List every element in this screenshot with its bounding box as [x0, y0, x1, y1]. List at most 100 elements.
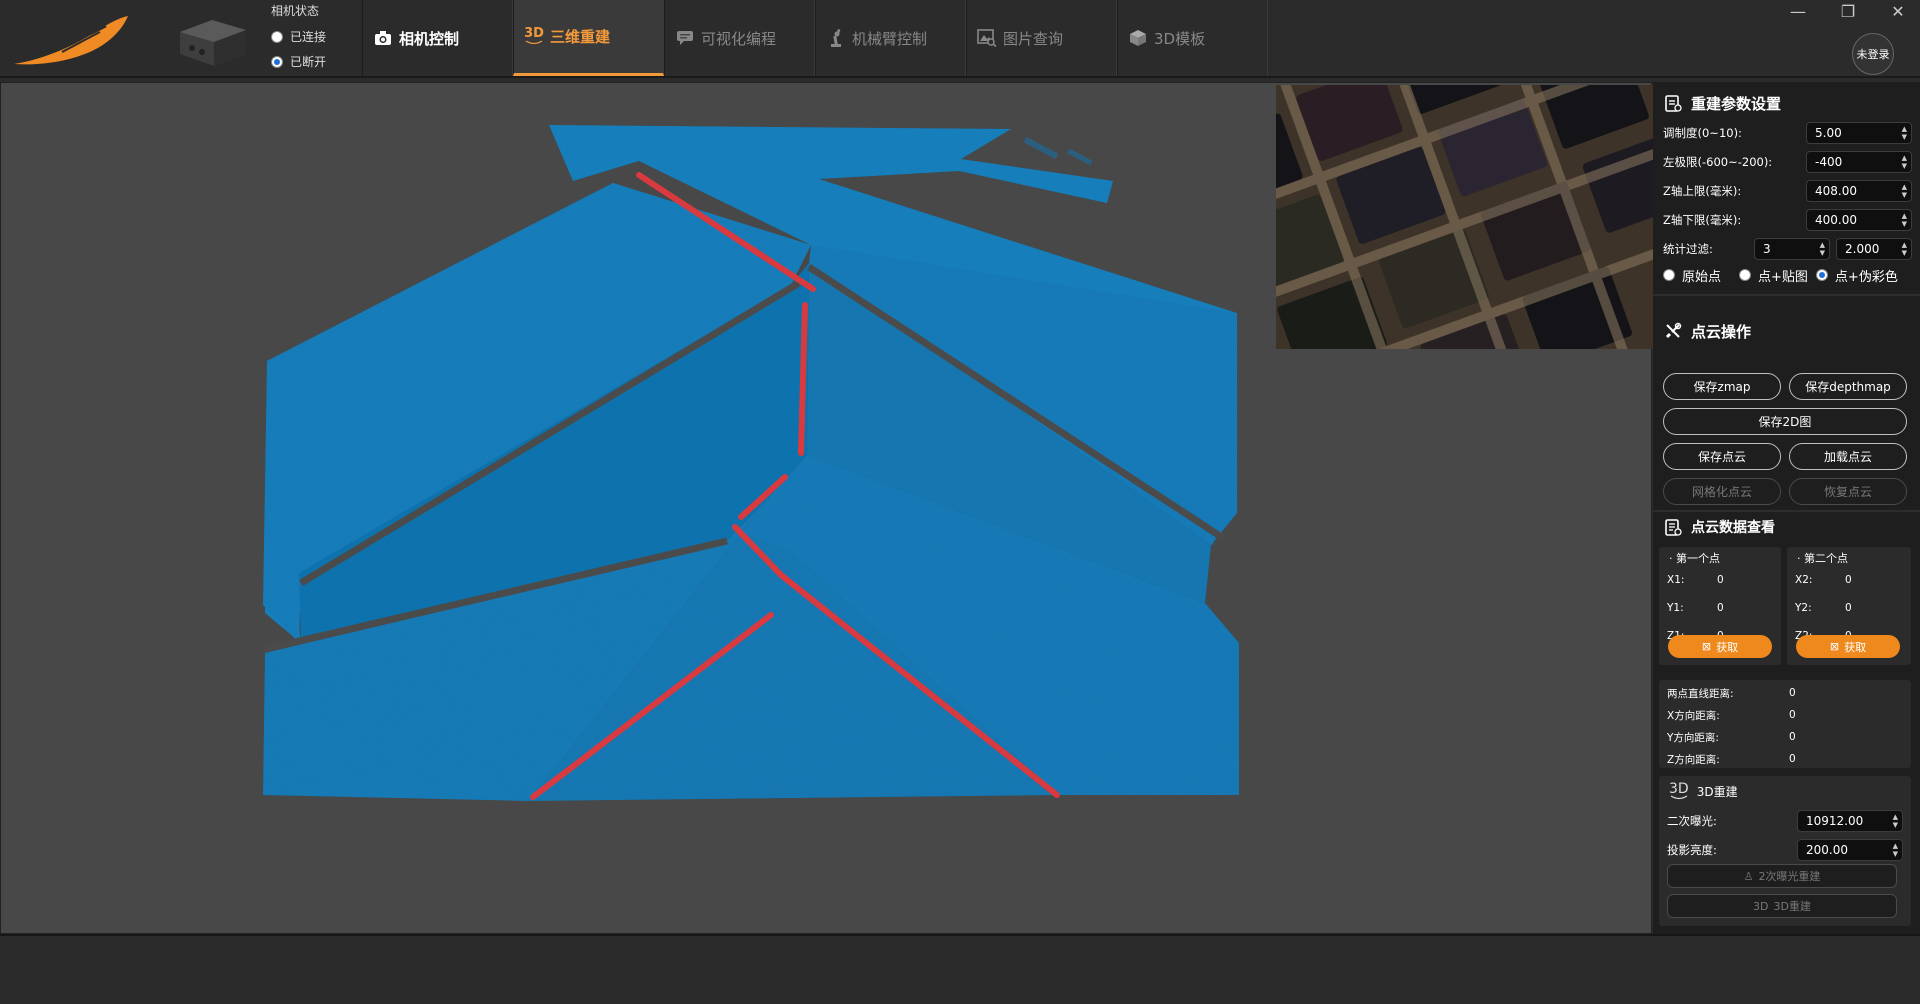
tab-image-search[interactable]: 图片查询	[966, 0, 1117, 76]
save-zmap-button[interactable]: 保存zmap	[1663, 373, 1781, 400]
stat-filter-ratio-spinbox[interactable]: 2.000 ▲ ▼	[1836, 237, 1912, 260]
param-z-upper-row: Z轴上限(毫米): 408.00 ▲ ▼	[1653, 176, 1920, 205]
spin-arrows-icon[interactable]: ▲ ▼	[1902, 154, 1907, 170]
spin-arrows-icon[interactable]: ▲ ▼	[1893, 813, 1898, 829]
clipboard-icon	[1663, 93, 1683, 113]
right-panel: 重建参数设置 调制度(0~10): 5.00 ▲ ▼ 左极限(-600~-200):…	[1653, 82, 1920, 934]
camera-icon	[373, 28, 393, 48]
status-connected-radio[interactable]: 已连接	[271, 28, 361, 45]
radio-button[interactable]	[1815, 269, 1828, 281]
divider	[1653, 294, 1920, 296]
second-point-box: · 第二个点 X2:0 Y2:0 Z2:0 ⊠获取	[1787, 547, 1911, 665]
z-lower-spinbox[interactable]: 400.00 ▲ ▼	[1806, 208, 1912, 231]
cloud-surface-marks	[1023, 136, 1093, 166]
x1-row: X1: 0	[1667, 574, 1724, 586]
3d-icon: 3D	[524, 27, 544, 47]
cloud-ops-section: 点云操作	[1653, 316, 1920, 346]
section-title-text: 重建参数设置	[1691, 94, 1782, 113]
status-bar	[0, 934, 1920, 1004]
image-search-icon	[977, 28, 997, 48]
tab-label: 可视化编程	[701, 29, 777, 48]
radio-button[interactable]	[1739, 269, 1752, 281]
display-mode-raw[interactable]: 原始点	[1682, 266, 1721, 285]
param-label: 左极限(-600~-200):	[1663, 154, 1773, 169]
recon3d-box: 3D 3D重建 二次曝光: 10912.00 ▲ ▼ 投影亮度: 200.00 ▲ ▼ …	[1659, 776, 1911, 926]
distance-row: Y方向距离: 0	[1667, 731, 1796, 744]
spin-arrows-icon[interactable]: ▲ ▼	[1902, 125, 1907, 141]
window-controls: — ❐ ✕	[1788, 2, 1908, 22]
3d-icon: 3D	[1669, 780, 1689, 799]
brightness-row: 投影亮度: 200.00 ▲ ▼	[1659, 835, 1911, 864]
data-sheet-icon	[1663, 517, 1683, 537]
load-cloud-button[interactable]: 加载点云	[1789, 443, 1907, 470]
section-title: 点云操作	[1653, 316, 1920, 346]
display-mode-texture[interactable]: 点+贴图	[1758, 266, 1808, 285]
point-cloud-viewport[interactable]	[0, 82, 1653, 934]
tools-icon	[1663, 321, 1683, 341]
radio-button[interactable]	[271, 55, 283, 68]
radio-label: 已断开	[290, 55, 327, 69]
param-stat-filter-row: 统计过滤: 3 ▲ ▼ 2.000 ▲ ▼	[1653, 234, 1920, 263]
z-upper-spinbox[interactable]: 408.00 ▲ ▼	[1806, 179, 1912, 202]
modulation-spinbox[interactable]: 5.00 ▲ ▼	[1806, 121, 1912, 144]
second-exposure-recon-button[interactable]: ♙ 2次曝光重建	[1667, 864, 1897, 888]
cloud-surfaces	[263, 125, 1239, 801]
feather-logo-icon	[14, 16, 128, 65]
spin-arrows-icon[interactable]: ▲ ▼	[1902, 241, 1907, 257]
minimize-button[interactable]: —	[1788, 2, 1808, 22]
param-label: Z轴下限(毫米):	[1663, 212, 1742, 227]
radio-button[interactable]	[271, 30, 283, 43]
save-cloud-button[interactable]: 保存点云	[1663, 443, 1781, 470]
spin-arrows-icon[interactable]: ▲ ▼	[1893, 842, 1898, 858]
param-left-limit-row: 左极限(-600~-200): -400 ▲ ▼	[1653, 147, 1920, 176]
tab-visual-programming[interactable]: 可视化编程	[664, 0, 815, 76]
status-disconnected-radio[interactable]: 已断开	[271, 53, 361, 70]
param-label: 投影亮度:	[1667, 842, 1717, 857]
save-2d-image-button[interactable]: 保存2D图	[1663, 408, 1907, 435]
tab-3d-template[interactable]: 3D模板	[1117, 0, 1268, 76]
exposure-row: 二次曝光: 10912.00 ▲ ▼	[1659, 806, 1911, 835]
param-modulation-row: 调制度(0~10): 5.00 ▲ ▼	[1653, 118, 1920, 147]
brightness-spinbox[interactable]: 200.00 ▲ ▼	[1797, 838, 1903, 861]
distance-row: 两点直线距离: 0	[1667, 687, 1796, 700]
login-button[interactable]: 未登录	[1852, 33, 1894, 75]
tab-label: 图片查询	[1003, 29, 1064, 48]
recon-params-section: 重建参数设置 调制度(0~10): 5.00 ▲ ▼ 左极限(-600~-200):…	[1653, 88, 1920, 287]
spin-arrows-icon[interactable]: ▲ ▼	[1820, 241, 1825, 257]
section-title: 重建参数设置	[1653, 88, 1920, 118]
top-bar: 相机状态 已连接 已断开 相机控制 3D 三维重建 可视化编程 机械臂控制 图片…	[0, 0, 1920, 78]
x2-row: X2: 0	[1795, 574, 1852, 586]
display-mode-row: 原始点 点+贴图 点+伪彩色	[1653, 263, 1920, 287]
param-label: Z轴上限(毫米):	[1663, 183, 1742, 198]
restore-cloud-button[interactable]: 恢复点云	[1789, 478, 1907, 505]
y1-row: Y1: 0	[1667, 602, 1724, 614]
param-z-lower-row: Z轴下限(毫米): 400.00 ▲ ▼	[1653, 205, 1920, 234]
point-title: · 第二个点	[1797, 552, 1848, 565]
section-title: 点云数据查看	[1653, 512, 1920, 542]
get-second-point-button[interactable]: ⊠ 获取	[1796, 635, 1900, 658]
tab-robot-arm-control[interactable]: 机械臂控制	[815, 0, 966, 76]
left-limit-spinbox[interactable]: -400 ▲ ▼	[1806, 150, 1912, 173]
3d-recon-button[interactable]: 3D 3D重建	[1667, 894, 1897, 918]
section-title-text: 点云数据查看	[1691, 520, 1775, 536]
exposure-spinbox[interactable]: 10912.00 ▲ ▼	[1797, 809, 1903, 832]
recon3d-title: 3D 3D重建	[1669, 780, 1738, 799]
param-label: 调制度(0~10):	[1663, 125, 1742, 140]
person-icon: ♙	[1743, 869, 1754, 883]
tab-label: 机械臂控制	[852, 29, 928, 48]
get-first-point-button[interactable]: ⊠ 获取	[1668, 635, 1772, 658]
display-mode-pseudocolor[interactable]: 点+伪彩色	[1835, 266, 1898, 285]
spin-arrows-icon[interactable]: ▲ ▼	[1902, 212, 1907, 228]
mesh-cloud-button[interactable]: 网格化点云	[1663, 478, 1781, 505]
tab-3d-reconstruction[interactable]: 3D 三维重建	[513, 0, 664, 76]
stat-filter-count-spinbox[interactable]: 3 ▲ ▼	[1754, 237, 1830, 260]
chat-icon	[675, 28, 695, 48]
tab-camera-control[interactable]: 相机控制	[362, 0, 513, 76]
camera-status: 相机状态 已连接 已断开	[271, 2, 361, 78]
radio-button[interactable]	[1663, 269, 1675, 281]
restore-button[interactable]: ❐	[1838, 2, 1858, 22]
distance-box: 两点直线距离: 0 X方向距离: 0 Y方向距离: 0 Z方向距离: 0	[1659, 680, 1911, 768]
spin-arrows-icon[interactable]: ▲ ▼	[1902, 183, 1907, 199]
save-depthmap-button[interactable]: 保存depthmap	[1789, 373, 1907, 400]
close-button[interactable]: ✕	[1888, 2, 1908, 22]
